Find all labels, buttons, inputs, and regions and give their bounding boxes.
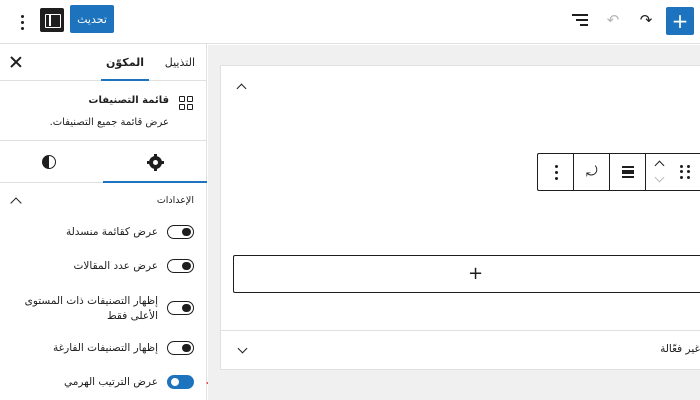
chevron-up-icon[interactable] — [10, 197, 22, 209]
toggle-row-top-level: إظهار التصنيفات ذات المستوى الأعلى فقط — [11, 291, 194, 325]
toggle-show-post-counts[interactable] — [167, 259, 194, 273]
transform-button[interactable]: ⤾ — [574, 154, 610, 190]
list-view-icon[interactable] — [572, 12, 588, 28]
plus-icon: + — [468, 263, 484, 284]
transform-icon: ⤾ — [586, 164, 598, 180]
toggle-show-empty[interactable] — [167, 341, 194, 355]
tab-block[interactable]: المكوّن — [101, 44, 149, 81]
chevron-up-icon[interactable] — [236, 83, 247, 94]
block-card: قائمة التصنيفات عرض قائمة جميع التصنيفات… — [0, 81, 207, 141]
editor-top-toolbar: تحديث ↶ ↷ + — [0, 0, 700, 44]
block-toolbar: ⤾ — [537, 153, 700, 191]
toggle-label: عرض كقائمة منسدلة — [65, 226, 158, 238]
toggle-label: عرض عدد المقالات — [73, 260, 158, 272]
close-icon[interactable] — [10, 56, 22, 68]
collapsed-block-label: غير فعّالة — [660, 343, 700, 355]
footer-column-block[interactable]: ⤾ + — [220, 65, 700, 345]
toggle-label: عرض الترتيب الهرمي — [63, 376, 158, 388]
toggle-row-empty: إظهار التصنيفات الفارغة — [11, 338, 194, 358]
toggle-row-hierarchy: عرض الترتيب الهرمي — [11, 372, 194, 392]
block-title: قائمة التصنيفات — [88, 95, 169, 106]
tab-styles[interactable] — [0, 141, 104, 183]
gear-icon — [147, 154, 164, 171]
toggle-display-as-dropdown[interactable] — [167, 225, 194, 239]
block-description: عرض قائمة جميع التصنيفات. — [49, 117, 169, 128]
tab-footer[interactable]: التذييل — [165, 44, 195, 81]
align-icon — [622, 166, 634, 178]
toggle-show-hierarchy[interactable] — [167, 375, 194, 389]
toggle-label: إظهار التصنيفات الفارغة — [53, 342, 158, 354]
move-down-icon[interactable] — [654, 172, 665, 183]
toggle-top-level-only[interactable] — [167, 301, 194, 315]
align-button[interactable] — [610, 154, 646, 190]
undo-icon[interactable]: ↶ — [603, 10, 623, 30]
update-button[interactable]: تحديث — [70, 5, 114, 33]
more-options-icon — [548, 160, 564, 184]
more-options-icon[interactable] — [14, 10, 30, 34]
block-appender-button[interactable]: + — [233, 255, 700, 293]
move-up-icon[interactable] — [654, 160, 665, 171]
tab-settings[interactable] — [103, 141, 207, 183]
settings-panel-title[interactable]: الإعدادات — [157, 195, 194, 206]
redo-icon[interactable]: ↷ — [636, 10, 656, 30]
toggle-row-dropdown: عرض كقائمة منسدلة — [11, 222, 194, 242]
collapsed-block[interactable]: غير فعّالة — [220, 330, 700, 370]
sidebar-tabs: التذييل المكوّن — [0, 44, 207, 81]
block-options-button[interactable] — [538, 154, 574, 190]
editor-canvas: ⤾ + غير فعّالة — [208, 45, 700, 400]
settings-sidebar: التذييل المكوّن قائمة التصنيفات عرض قائم… — [0, 44, 207, 400]
drag-handle-icon[interactable] — [680, 165, 690, 179]
styles-icon — [42, 155, 56, 169]
categories-block-icon — [179, 96, 193, 110]
move-controls — [646, 154, 700, 190]
sidebar-toggle-icon[interactable] — [40, 8, 64, 32]
chevron-down-icon[interactable] — [237, 343, 248, 354]
inspector-tabs — [0, 141, 207, 183]
toggle-label: إظهار التصنيفات ذات المستوى الأعلى فقط — [24, 295, 158, 322]
add-block-icon[interactable]: + — [666, 7, 694, 35]
toggle-row-post-counts: عرض عدد المقالات — [11, 256, 194, 276]
